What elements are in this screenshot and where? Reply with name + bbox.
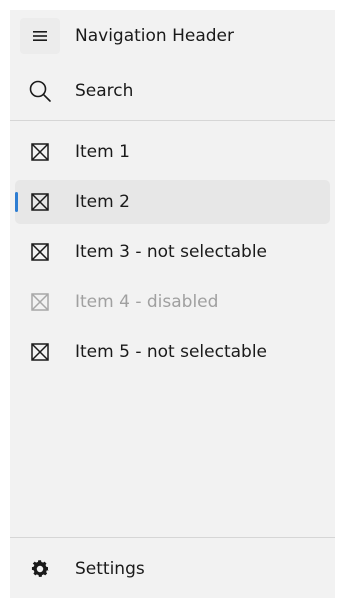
nav-item-2[interactable]: Item 2	[10, 180, 335, 224]
box-x-icon	[26, 288, 54, 316]
bottom-divider	[10, 537, 335, 538]
search-icon	[26, 77, 54, 105]
gear-icon	[26, 555, 54, 583]
box-x-icon	[26, 238, 54, 266]
nav-item-3[interactable]: Item 3 - not selectable	[10, 232, 335, 272]
nav-item-label: Item 2	[75, 192, 130, 212]
nav-item-label: Item 5 - not selectable	[75, 342, 268, 362]
box-x-icon	[26, 138, 54, 166]
box-x-icon	[26, 188, 54, 216]
settings-item[interactable]: Settings	[10, 549, 335, 589]
nav-item-label: Item 4 - disabled	[75, 292, 219, 312]
search-item[interactable]: Search	[10, 71, 335, 111]
navigation-pane: Navigation Header Search Item 1 Item 2 I…	[10, 10, 335, 598]
nav-item-label: Item 1	[75, 142, 130, 162]
nav-item-5[interactable]: Item 5 - not selectable	[10, 332, 335, 372]
selection-indicator	[15, 192, 18, 212]
menu-toggle-button[interactable]	[20, 18, 60, 54]
selection-highlight	[15, 180, 330, 224]
nav-item-4: Item 4 - disabled	[10, 282, 335, 322]
navigation-header-title: Navigation Header	[75, 26, 234, 46]
hamburger-icon	[33, 31, 47, 41]
nav-item-1[interactable]: Item 1	[10, 132, 335, 172]
search-label: Search	[75, 81, 134, 101]
box-x-icon	[26, 338, 54, 366]
nav-item-label: Item 3 - not selectable	[75, 242, 268, 262]
navigation-header: Navigation Header	[10, 16, 335, 56]
settings-label: Settings	[75, 559, 145, 579]
top-divider	[10, 120, 335, 121]
